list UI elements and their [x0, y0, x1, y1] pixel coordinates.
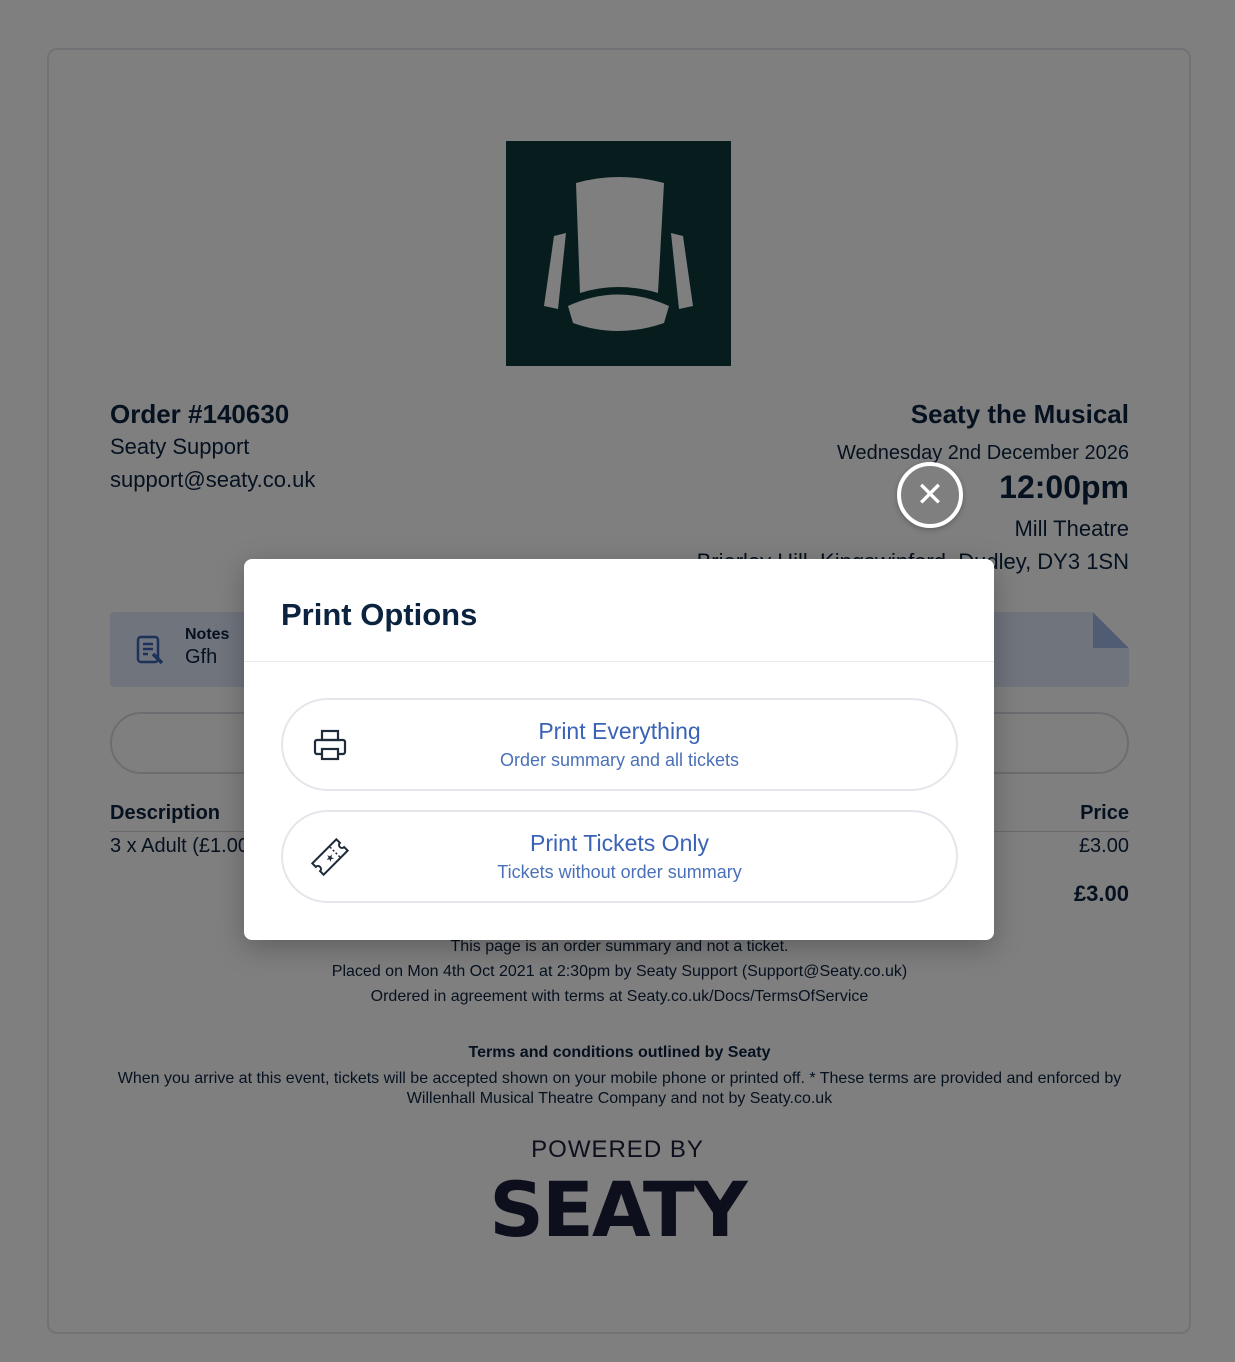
- option-subtitle: Order summary and all tickets: [499, 750, 740, 770]
- close-icon: ✕: [915, 475, 945, 515]
- option-title: Print Everything: [538, 718, 701, 744]
- close-modal-button[interactable]: ✕: [897, 462, 963, 528]
- option-subtitle: Tickets without order summary: [497, 862, 742, 882]
- modal-header: Print Options: [244, 559, 994, 662]
- modal-title: Print Options: [281, 597, 478, 632]
- option-title: Print Tickets Only: [530, 830, 709, 856]
- option-text: Print Tickets Only Tickets without order…: [283, 828, 956, 886]
- print-options-modal: Print Options Print Everything Order sum…: [244, 559, 994, 940]
- print-tickets-only-button[interactable]: ★ Print Tickets Only Tickets without ord…: [281, 810, 958, 903]
- print-everything-button[interactable]: Print Everything Order summary and all t…: [281, 698, 958, 791]
- option-text: Print Everything Order summary and all t…: [283, 716, 956, 774]
